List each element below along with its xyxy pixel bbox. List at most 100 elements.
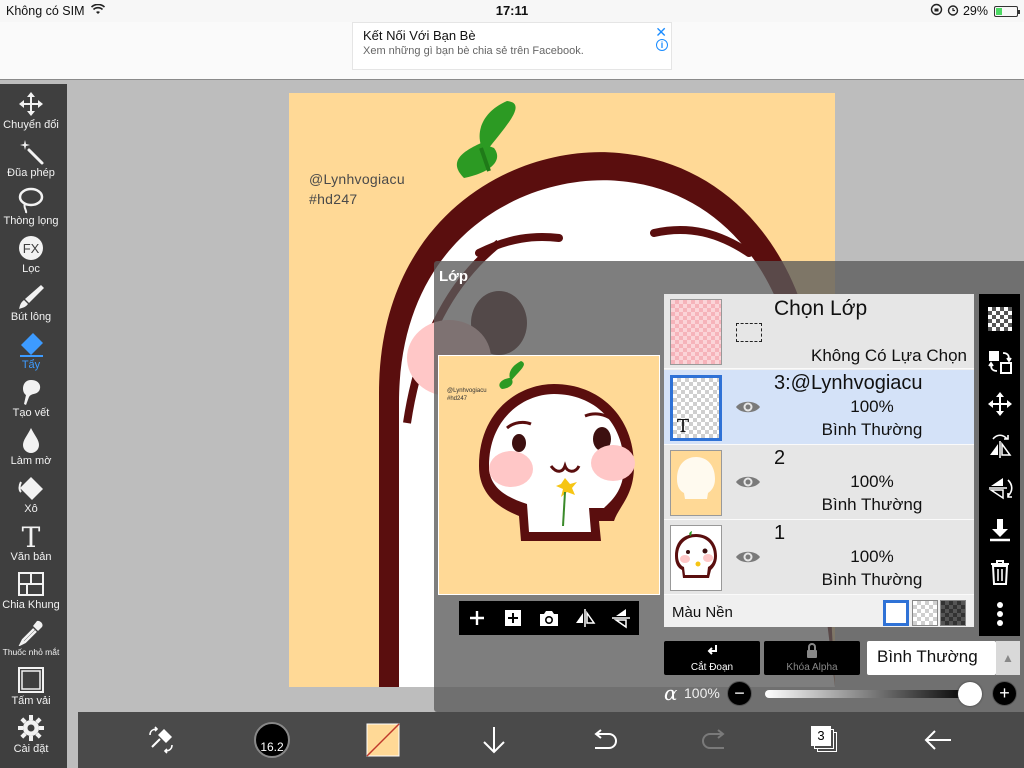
tool-frame-divider[interactable]: Chia Khung: [0, 570, 62, 618]
tool-transform[interactable]: Chuyển đổi: [0, 90, 62, 138]
visibility-eye-icon[interactable]: [734, 398, 762, 421]
clock: 17:11: [495, 3, 529, 18]
add-layer-icon[interactable]: [463, 604, 491, 632]
opacity-slider[interactable]: [765, 690, 970, 698]
eyedropper-icon: [0, 618, 62, 646]
tool-magic-wand[interactable]: Đũa phép: [0, 138, 62, 186]
selection-row-title: Chọn Lớp: [774, 297, 868, 320]
selection-thumbnail: [670, 299, 722, 365]
opacity-slider-handle[interactable]: [958, 682, 982, 706]
blend-mode-select[interactable]: Bình Thường: [867, 641, 996, 675]
layer-thumbnail: T: [670, 375, 722, 441]
eraser-icon: [0, 330, 62, 358]
move-layer-icon[interactable]: [985, 389, 1014, 418]
tool-label: Thuốc nhỏ mắt: [2, 647, 60, 657]
layer-row[interactable]: 2 100% Bình Thường: [664, 445, 974, 520]
flip-vertical-icon[interactable]: [607, 604, 635, 632]
tool-blur[interactable]: Làm mờ: [0, 426, 62, 474]
opacity-value: 100%: [684, 685, 720, 701]
ad-info-icon[interactable]: i: [656, 39, 668, 51]
battery-percent: 29%: [962, 4, 988, 18]
tool-brush[interactable]: Bút lông: [0, 282, 62, 330]
layer-row[interactable]: 1 100% Bình Thường: [664, 520, 974, 595]
background-color-label: Màu Nền: [672, 604, 733, 621]
layer-blend-mode: Bình Thường: [821, 570, 923, 589]
svg-text:FX: FX: [23, 241, 40, 256]
layer-opacity: 100%: [850, 472, 894, 491]
selection-row-subtitle: Không Có Lựa Chọn: [811, 346, 967, 365]
flip-horizontal-icon[interactable]: [571, 604, 599, 632]
flip-v-layer-icon[interactable]: [985, 473, 1014, 502]
status-bar: Không có SIM 17:11 29%: [0, 0, 1024, 22]
more-icon[interactable]: [985, 599, 1014, 628]
download-icon[interactable]: [476, 722, 512, 758]
lasso-icon: [0, 186, 62, 214]
battery-icon: [994, 5, 1020, 17]
camera-icon[interactable]: [535, 604, 563, 632]
duplicate-layer-icon[interactable]: [499, 604, 527, 632]
opacity-plus-button[interactable]: +: [992, 681, 1017, 706]
orientation-lock-icon: [930, 3, 943, 19]
frame-divider-icon: [0, 570, 62, 598]
tool-label: Chia Khung: [2, 599, 60, 611]
ad-title: Kết Nối Với Bạn Bè: [363, 28, 476, 43]
battery-level-fill: [996, 7, 1002, 15]
undo-icon[interactable]: [586, 722, 622, 758]
bottom-toolbar: 16.2 3: [78, 712, 1024, 768]
tool-settings[interactable]: Cài đặt: [0, 714, 62, 762]
visibility-eye-icon[interactable]: [734, 473, 762, 496]
layers-icon[interactable]: 3: [807, 722, 843, 758]
brush-icon: [0, 282, 62, 310]
layer-blend-mode: Bình Thường: [821, 420, 923, 439]
tool-label: Đũa phép: [7, 167, 55, 179]
trash-icon[interactable]: [985, 557, 1014, 586]
layer-name: 3:@Lynhvogiacu: [774, 372, 923, 394]
alpha-symbol: α: [664, 681, 678, 705]
ad-banner[interactable]: Kết Nối Với Bạn Bè Xem những gì bạn bè c…: [352, 22, 672, 70]
layer-row[interactable]: T 3:@Lynhvogiacu 100% Bình Thường: [664, 370, 974, 445]
transparency-icon[interactable]: [985, 304, 1014, 333]
tool-label: Làm mờ: [10, 455, 52, 467]
tool-smudge[interactable]: Tạo vết: [0, 378, 62, 426]
gear-icon: [0, 714, 62, 742]
layer-panel-title: Lớp: [439, 268, 468, 285]
canvas-preview[interactable]: @Lynhvogiacu #hd247: [438, 355, 660, 595]
blend-mode-arrow-icon[interactable]: ▲: [996, 641, 1020, 675]
alpha-lock-label: Khóa Alpha: [786, 662, 838, 673]
clipping-button[interactable]: Cắt Đoạn: [664, 641, 760, 675]
ad-subtitle: Xem những gì bạn bè chia sẻ trên Faceboo…: [363, 45, 584, 57]
text-layer-icon: T: [677, 416, 690, 437]
checker-swatch[interactable]: [912, 600, 938, 626]
selection-layer-row[interactable]: Chọn Lớp Không Có Lựa Chọn: [664, 294, 974, 369]
color-icon[interactable]: [365, 722, 401, 758]
tool-label: Văn bản: [10, 551, 52, 563]
visibility-eye-icon[interactable]: [734, 548, 762, 571]
move-icon: [0, 90, 62, 118]
smudge-icon: [0, 378, 62, 406]
tool-filter[interactable]: FX Lọc: [0, 234, 62, 282]
layer-blend-mode: Bình Thường: [821, 495, 923, 514]
brush-size-icon[interactable]: 16.2: [253, 721, 291, 759]
brush-size-value: 16.2: [260, 740, 284, 754]
tool-text[interactable]: T Văn bản: [0, 522, 62, 570]
tool-eyedropper[interactable]: Thuốc nhỏ mắt: [0, 618, 62, 666]
tool-canvas[interactable]: Tấm vải: [0, 666, 62, 714]
transform-icon[interactable]: [143, 722, 179, 758]
tool-lasso[interactable]: Thòng lọng: [0, 186, 62, 234]
dark-checker-swatch[interactable]: [940, 600, 966, 626]
opacity-minus-button[interactable]: −: [727, 681, 752, 706]
tool-eraser[interactable]: Tẩy: [0, 330, 62, 378]
alpha-lock-button[interactable]: Khóa Alpha: [764, 641, 860, 675]
white-swatch[interactable]: [883, 600, 909, 626]
layer-opacity: 100%: [850, 397, 894, 416]
tool-sidebar: Chuyển đổi Đũa phép Thòng lọng FX Lọc Bú…: [0, 84, 67, 768]
back-icon[interactable]: [920, 722, 956, 758]
layer-1-thumbnail-art: [675, 531, 717, 578]
redo-icon[interactable]: [697, 722, 733, 758]
transform-select-icon[interactable]: [985, 347, 1014, 376]
opacity-row: α 100% − +: [664, 681, 1020, 708]
tool-label: Thòng lọng: [3, 215, 59, 227]
merge-down-icon[interactable]: [985, 515, 1014, 544]
flip-h-layer-icon[interactable]: [985, 431, 1014, 460]
tool-bucket[interactable]: Xô: [0, 474, 62, 522]
